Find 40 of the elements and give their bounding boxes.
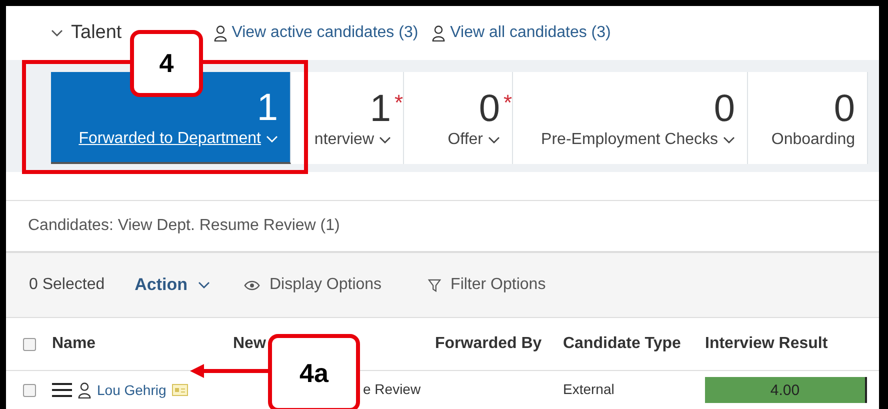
pipeline-tile[interactable]: 0 Onboarding: [748, 72, 868, 164]
view-candidates-link[interactable]: View active candidates (3): [214, 24, 418, 42]
display-options-button[interactable]: Display Options: [244, 276, 382, 294]
step-callout: 4a: [268, 334, 360, 409]
row-checkbox[interactable]: [23, 384, 36, 396]
section-title: Talent: [71, 22, 122, 44]
column-header[interactable]: Name: [52, 335, 96, 352]
pipeline-tile[interactable]: 0* Offer: [404, 72, 513, 164]
eye-icon: [244, 280, 260, 290]
column-header[interactable]: Interview Result: [705, 335, 828, 352]
interview-result-cell: 4.00: [705, 377, 867, 403]
candidate-name-link[interactable]: Lou Gehrig: [97, 382, 166, 398]
action-menu-button[interactable]: Action: [134, 275, 210, 295]
step-callout: 4: [130, 30, 203, 97]
chevron-down-icon: [266, 135, 278, 143]
person-icon: [432, 24, 446, 42]
person-icon: [214, 24, 227, 42]
column-header[interactable]: Forwarded By: [435, 335, 542, 352]
table-cell: External: [563, 381, 614, 397]
filter-icon: [428, 278, 441, 292]
menu-icon[interactable]: [52, 382, 72, 398]
select-all-checkbox[interactable]: [23, 338, 36, 350]
required-asterisk: *: [394, 89, 403, 117]
pipeline-tile[interactable]: 1 Forwarded to Department: [51, 72, 291, 164]
chevron-down-icon: [198, 281, 210, 289]
view-candidates-link[interactable]: View all candidates (3): [432, 24, 611, 42]
filter-options-button[interactable]: Filter Options: [428, 276, 546, 294]
table-cell: e Review: [363, 381, 421, 397]
person-icon: [78, 382, 91, 398]
pipeline-tile[interactable]: 1* nterview: [291, 72, 404, 164]
chevron-down-icon: [488, 136, 500, 144]
chevron-down-icon: [723, 136, 735, 144]
required-asterisk: *: [503, 89, 512, 117]
chevron-down-icon: [379, 136, 391, 144]
selected-count: 0 Selected: [29, 276, 105, 294]
column-header[interactable]: New: [233, 335, 266, 352]
column-header[interactable]: Candidate Type: [563, 335, 681, 352]
pipeline-tile[interactable]: 0 Pre-Employment Checks: [513, 72, 748, 164]
id-card-icon[interactable]: [172, 384, 188, 396]
chevron-down-icon: [51, 29, 63, 37]
